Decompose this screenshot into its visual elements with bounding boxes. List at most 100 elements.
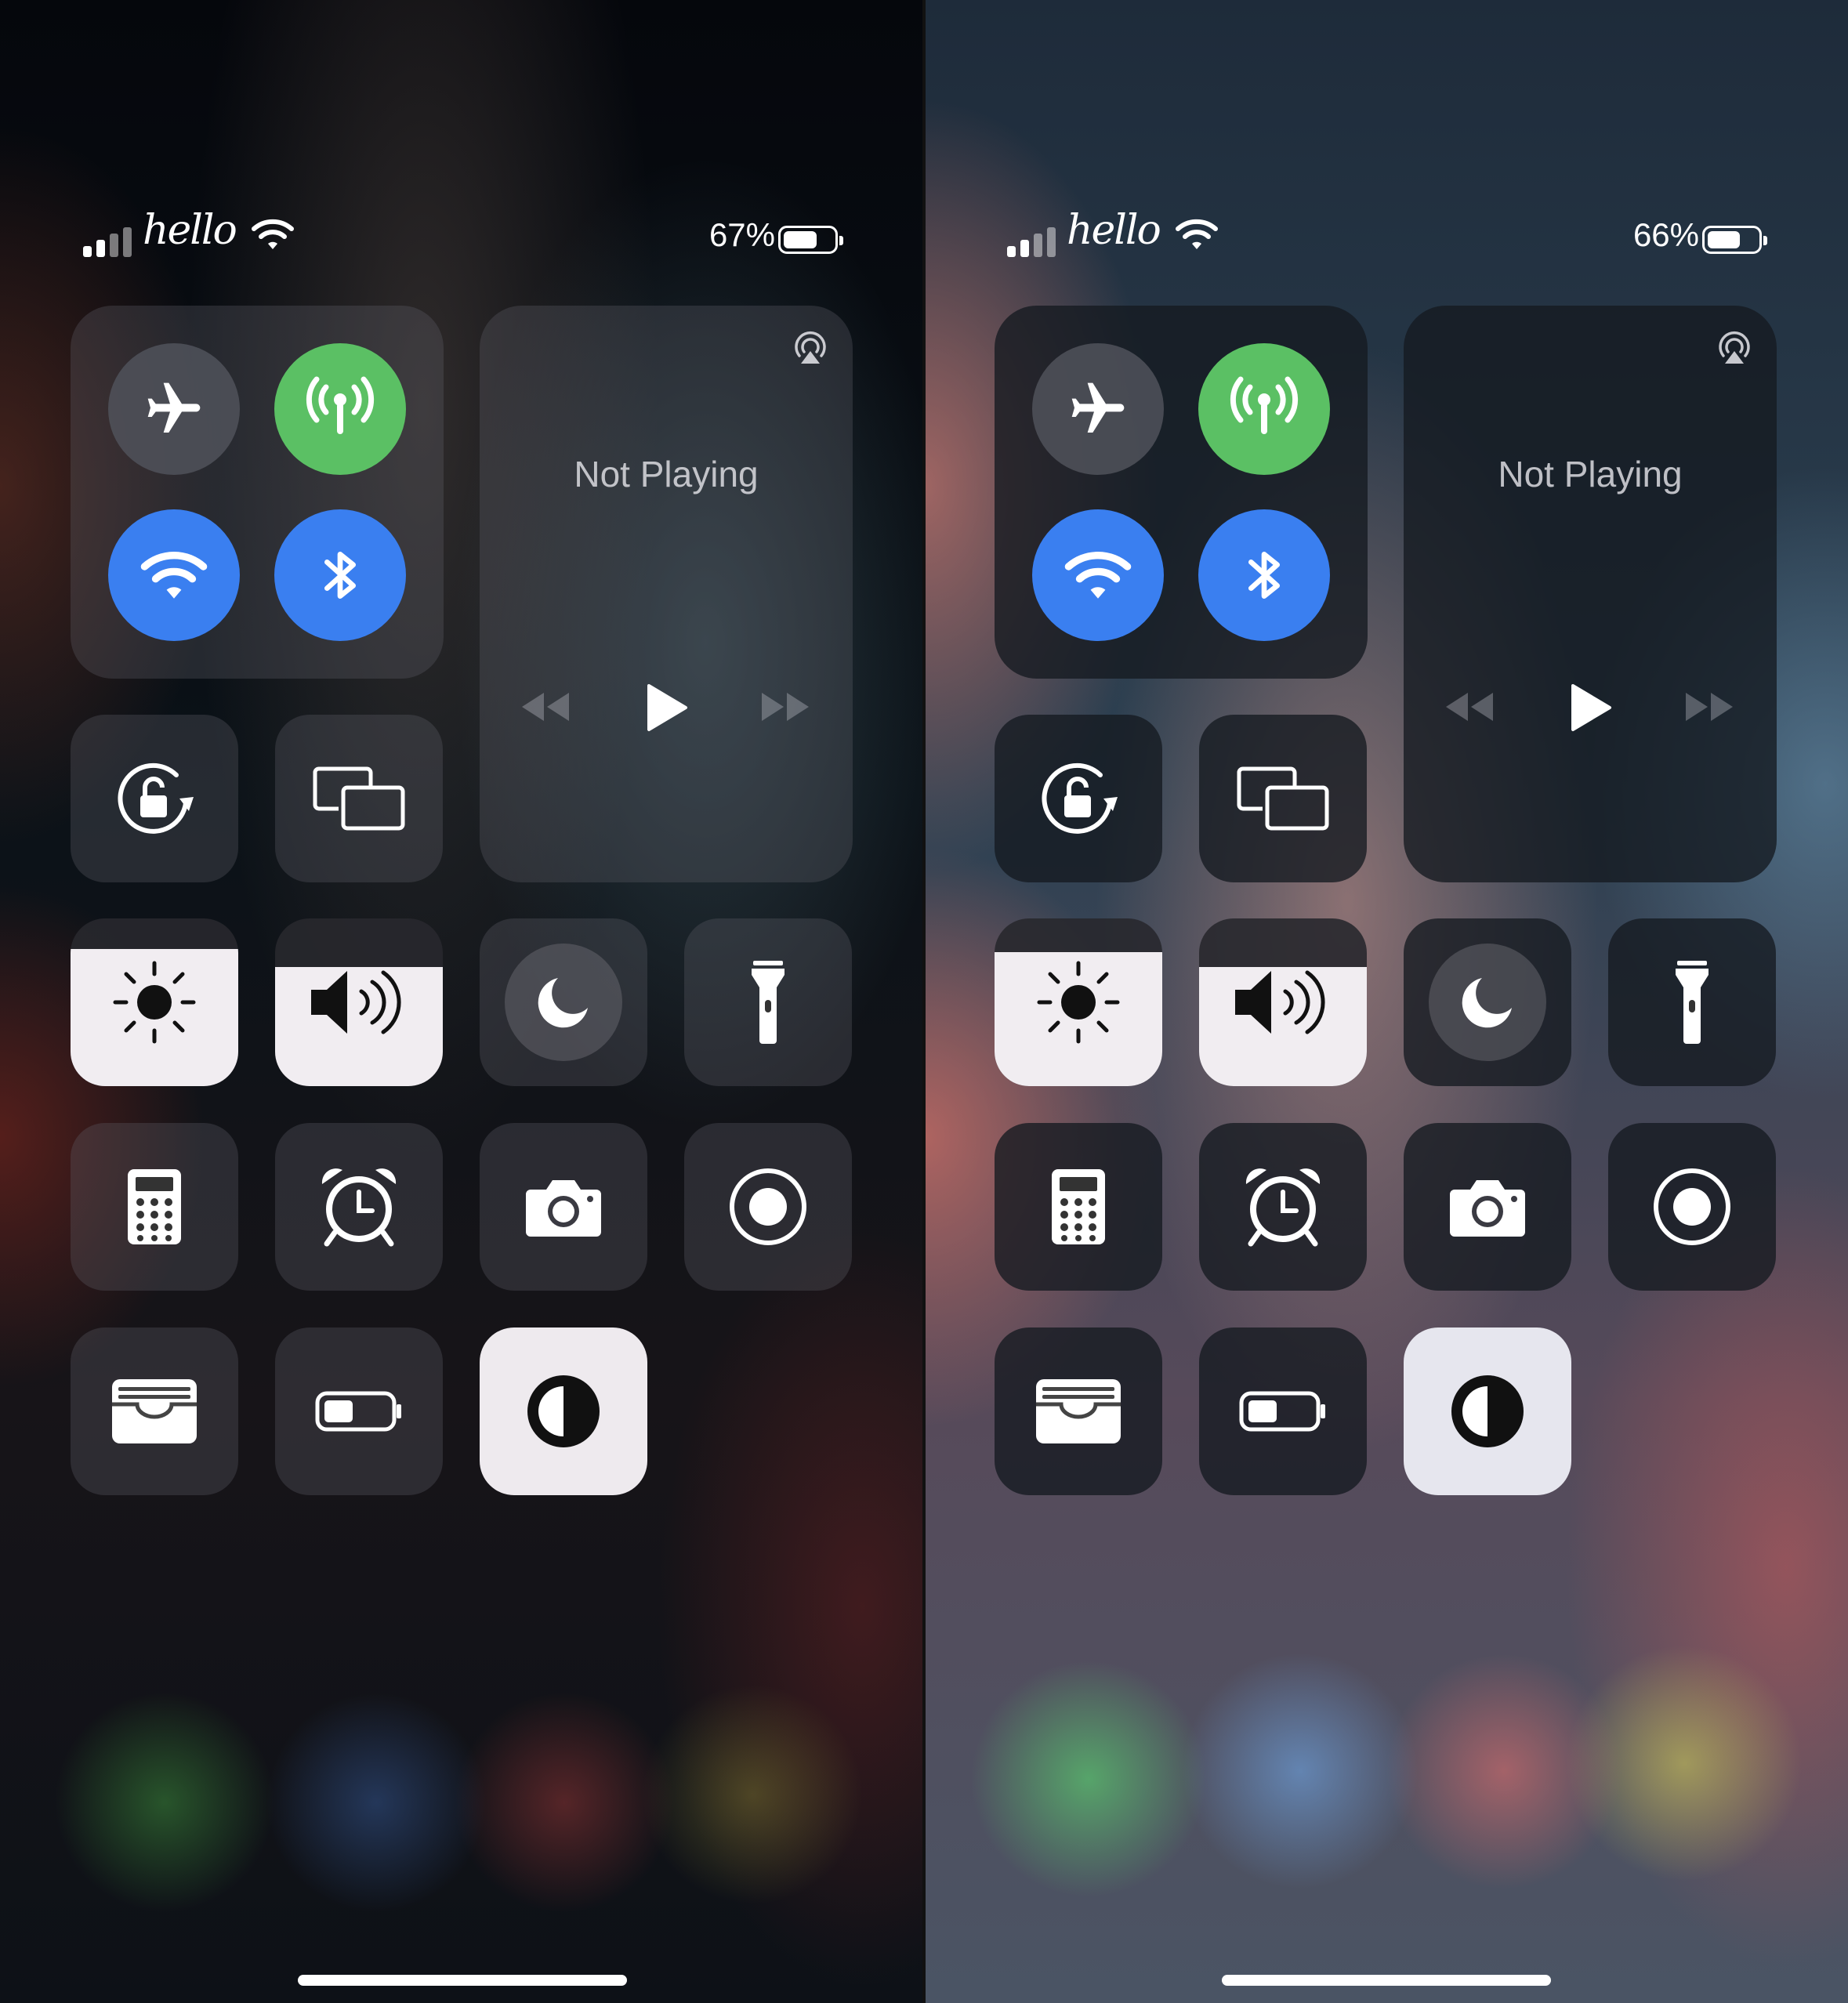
brightness-slider[interactable] [71,918,238,1086]
screen-mirroring-button[interactable] [1199,715,1367,882]
calculator-button[interactable] [995,1123,1162,1291]
control-center-right: hello 66% Not Playing [924,0,1848,2003]
bluetooth-toggle[interactable] [274,509,406,641]
fast-forward-icon[interactable] [760,690,810,724]
antenna-icon [306,376,375,434]
alarm-button[interactable] [275,1123,443,1291]
moon-icon [1462,978,1512,1028]
airplane-icon [147,382,201,433]
battery-percentage: 66% [1632,216,1699,253]
battery-icon [1239,1391,1325,1432]
flashlight-icon [752,961,784,1044]
rewind-icon[interactable] [520,690,571,724]
do-not-disturb-button[interactable] [1404,918,1571,1086]
rewind-icon[interactable] [1444,690,1495,724]
bluetooth-icon [324,552,356,599]
wallet-icon [112,1379,197,1443]
orientation-lock-button[interactable] [995,715,1162,882]
connectivity-module[interactable] [995,306,1368,679]
wallet-icon [1036,1379,1121,1443]
moon-icon [538,978,588,1028]
alarm-clock-icon [1245,1168,1321,1247]
do-not-disturb-circle [505,944,622,1061]
control-center-left: hello 67% Not Playing [0,0,924,2003]
now-playing-module[interactable]: Not Playing [480,306,853,882]
fast-forward-icon[interactable] [1684,690,1734,724]
wallet-button[interactable] [71,1327,238,1495]
dark-mode-icon [527,1375,600,1447]
wifi-status-icon [252,219,294,249]
play-icon[interactable] [1568,683,1612,732]
do-not-disturb-button[interactable] [480,918,647,1086]
calculator-button[interactable] [71,1123,238,1291]
alarm-clock-icon [321,1168,397,1247]
rotation-lock-icon [1042,762,1118,834]
status-bar: hello 66% [924,207,1848,266]
camera-icon [1450,1180,1525,1237]
camera-button[interactable] [1404,1123,1571,1291]
flashlight-button[interactable] [684,918,852,1086]
dark-mode-icon [1451,1375,1524,1447]
bluetooth-toggle[interactable] [1198,509,1330,641]
camera-icon [526,1180,601,1237]
screen-mirroring-icon [1237,766,1329,831]
camera-button[interactable] [480,1123,647,1291]
panel-divider [922,0,926,2003]
airplane-mode-toggle[interactable] [1032,343,1164,475]
antenna-icon [1230,376,1299,434]
bluetooth-icon [1248,552,1280,599]
flashlight-button[interactable] [1608,918,1776,1086]
airplay-audio-icon[interactable] [790,328,831,368]
record-icon [730,1168,806,1245]
calculator-icon [128,1169,181,1244]
wallet-button[interactable] [995,1327,1162,1495]
wifi-toggle[interactable] [108,509,240,641]
screen-mirroring-icon [313,766,405,831]
do-not-disturb-circle [1429,944,1546,1061]
screen-mirroring-button[interactable] [275,715,443,882]
orientation-lock-button[interactable] [71,715,238,882]
speaker-icon [311,970,401,1034]
screen-recording-button[interactable] [684,1123,852,1291]
wifi-icon [1064,552,1132,599]
volume-slider[interactable] [1199,918,1367,1086]
status-bar: hello 67% [0,207,924,266]
screen-recording-button[interactable] [1608,1123,1776,1291]
wifi-toggle[interactable] [1032,509,1164,641]
sun-icon [113,961,196,1044]
dark-mode-button[interactable] [1404,1327,1571,1495]
cellular-signal-icon [1007,226,1057,257]
dark-mode-button[interactable] [480,1327,647,1495]
calculator-icon [1052,1169,1105,1244]
record-icon [1654,1168,1730,1245]
carrier-name: hello [1067,207,1161,254]
speaker-icon [1235,970,1325,1034]
brightness-slider[interactable] [995,918,1162,1086]
battery-percentage: 67% [708,216,775,253]
battery-icon [1702,226,1767,254]
cellular-data-toggle[interactable] [274,343,406,475]
connectivity-module[interactable] [71,306,444,679]
airplane-mode-toggle[interactable] [108,343,240,475]
flashlight-icon [1676,961,1708,1044]
carrier-name: hello [143,207,237,254]
airplane-icon [1071,382,1125,433]
cellular-data-toggle[interactable] [1198,343,1330,475]
alarm-button[interactable] [1199,1123,1367,1291]
airplay-audio-icon[interactable] [1714,328,1755,368]
now-playing-module[interactable]: Not Playing [1404,306,1777,882]
battery-icon [315,1391,401,1432]
now-playing-title: Not Playing [574,454,759,494]
home-indicator[interactable] [297,1975,627,1986]
play-icon[interactable] [644,683,688,732]
battery-icon [778,226,843,254]
now-playing-title: Not Playing [1498,454,1683,494]
low-power-mode-button[interactable] [1199,1327,1367,1495]
low-power-mode-button[interactable] [275,1327,443,1495]
sun-icon [1037,961,1120,1044]
cellular-signal-icon [83,226,133,257]
volume-slider[interactable] [275,918,443,1086]
home-indicator[interactable] [1221,1975,1551,1986]
wifi-status-icon [1176,219,1218,249]
wifi-icon [140,552,208,599]
